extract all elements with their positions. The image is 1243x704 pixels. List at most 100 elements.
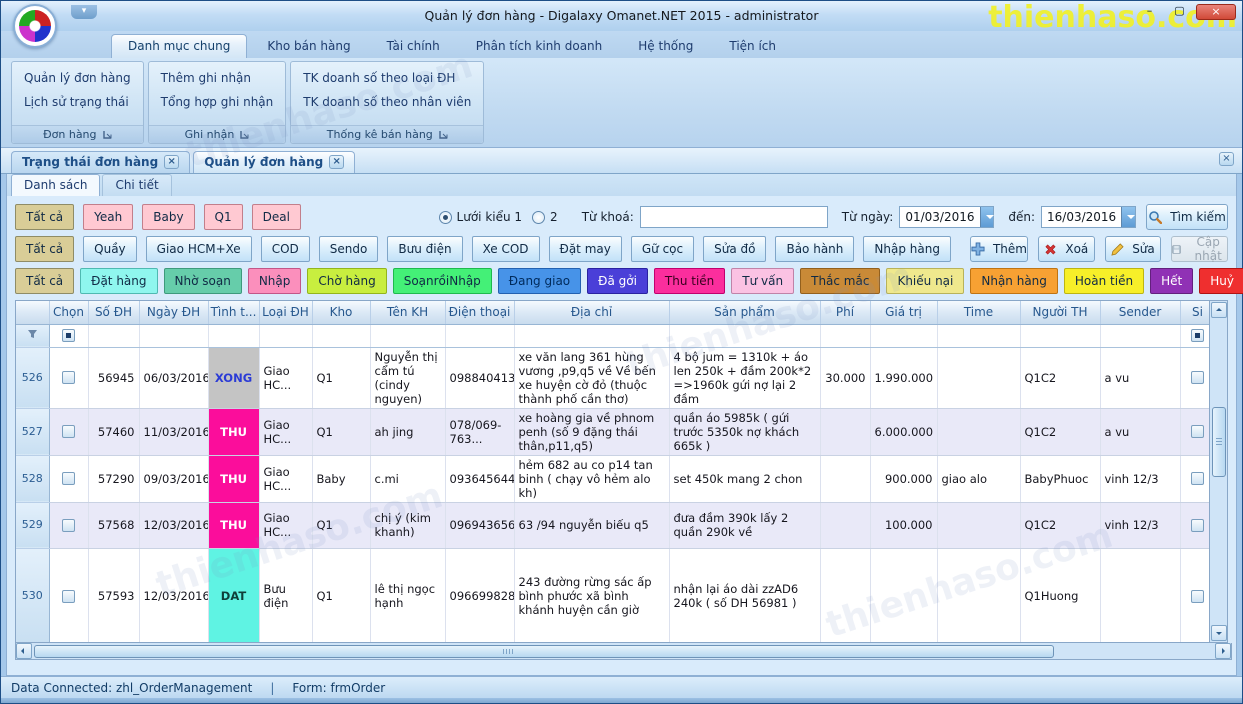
filter-status-button[interactable]: Thắc mắc [800,268,880,294]
column-header[interactable]: Si [1180,301,1210,324]
row-checkbox[interactable] [62,425,75,438]
edit-button[interactable]: Sửa [1105,236,1162,262]
maximize-button[interactable]: ▢ [1166,4,1193,20]
from-date-picker[interactable]: 01/03/2016 [899,206,994,228]
row-checkbox[interactable] [62,371,75,384]
ribbon-item[interactable]: Quản lý đơn hàng [18,66,137,90]
delete-button[interactable]: Xoá [1038,236,1095,262]
filter-cell[interactable] [1020,324,1100,347]
filter-status-button[interactable]: SoạnrồiNhập [393,268,492,294]
row-checkbox[interactable] [62,472,75,485]
close-button[interactable]: × [1196,4,1236,20]
ribbon-item[interactable]: Thêm ghi nhận [155,66,280,90]
filter-cell-si[interactable] [1180,324,1210,347]
filter-status-button[interactable]: Đã gởi [587,268,648,294]
column-header[interactable]: Sản phẩm [669,301,820,324]
tab-close-icon[interactable]: × [164,155,179,169]
filter-cell[interactable] [870,324,937,347]
column-header[interactable]: Loại ĐH [259,301,312,324]
filter-type-button[interactable]: Bưu điện [387,236,462,262]
filter-cell[interactable] [1100,324,1180,347]
filter-type-button[interactable]: Sửa đồ [703,236,766,262]
tab-danh-sach[interactable]: Danh sách [11,174,100,196]
filter-brand-button[interactable]: Q1 [204,204,243,230]
filter-status-button[interactable]: Hoàn tiền [1064,268,1144,294]
filter-cell[interactable] [259,324,312,347]
doc-tab-quan-ly-don-hang[interactable]: Quản lý đơn hàng × [193,151,355,173]
filter-status-button[interactable]: Hết [1150,268,1193,294]
column-header[interactable]: Sender [1100,301,1180,324]
scroll-right-icon[interactable] [1215,643,1231,659]
chevron-down-icon[interactable] [1121,207,1135,227]
filter-status-button[interactable]: Khiếu nại [886,268,964,294]
table-row[interactable]: 528 57290 09/03/2016 THU Giao HC... Baby… [16,455,1210,502]
table-row[interactable]: 530 57593 12/03/2016 DAT Bưu điện Q1 lê … [16,548,1210,643]
tabstrip-close-button[interactable]: × [1219,152,1234,166]
filter-type-button[interactable]: Tất cả [15,236,74,262]
filter-type-button[interactable]: Sendo [319,236,379,262]
row-checkbox[interactable] [1191,425,1204,438]
filter-brand-button[interactable]: Tất cả [15,204,74,230]
filter-brand-button[interactable]: Deal [252,204,301,230]
filter-type-button[interactable]: Nhập hàng [863,236,951,262]
filter-status-button[interactable]: Huỷ [1199,268,1243,294]
filter-status-button[interactable]: Đặt hàng [80,268,157,294]
filter-brand-button[interactable]: Yeah [83,204,133,230]
column-header[interactable]: Người TH [1020,301,1100,324]
filter-cell[interactable] [139,324,208,347]
filter-status-button[interactable]: Đang giao [498,268,581,294]
column-header[interactable]: Tình t... [208,301,259,324]
ribbon-item[interactable]: Tổng hợp ghi nhận [155,90,280,114]
filter-cell[interactable] [514,324,669,347]
ribbon-item[interactable]: TK doanh số theo nhân viên [297,90,477,114]
scroll-down-icon[interactable] [1211,625,1227,641]
ribbon-tab[interactable]: Danh mục chung [111,34,247,58]
add-button[interactable]: Thêm [970,236,1028,262]
dialog-launcher-icon[interactable] [240,130,249,139]
column-header[interactable]: Giá trị [870,301,937,324]
filter-cell[interactable] [820,324,870,347]
filter-type-button[interactable]: Xe COD [472,236,540,262]
dialog-launcher-icon[interactable] [103,130,112,139]
tab-close-icon[interactable]: × [329,155,344,169]
doc-tab-trang-thai-don-hang[interactable]: Trạng thái đơn hàng × [11,151,190,173]
table-row[interactable]: 527 57460 11/03/2016 THU Giao HC... Q1 a… [16,408,1210,455]
column-header[interactable]: Địa chỉ [514,301,669,324]
ribbon-item[interactable]: Lịch sử trạng thái [18,90,137,114]
to-date-picker[interactable]: 16/03/2016 [1041,206,1136,228]
vertical-scrollbar[interactable] [1210,300,1228,643]
filter-type-button[interactable]: Gữ cọc [631,236,694,262]
filter-type-button[interactable]: Đặt may [549,236,622,262]
filter-status-button[interactable]: Chờ hàng [307,268,386,294]
horizontal-scroll-thumb[interactable] [34,645,1054,658]
row-checkbox[interactable] [1191,371,1204,384]
row-checkbox[interactable] [62,519,75,532]
scroll-up-icon[interactable] [1211,302,1227,318]
filter-status-button[interactable]: Nhập [248,268,302,294]
filter-cell-chon[interactable] [49,324,88,347]
filter-type-button[interactable]: Giao HCM+Xe [146,236,252,262]
scroll-left-icon[interactable] [16,643,32,659]
table-row[interactable]: 529 57568 12/03/2016 THU Giao HC... Q1 c… [16,502,1210,548]
minimize-button[interactable]: – [1136,4,1163,20]
auto-filter-row[interactable] [16,324,1210,347]
app-logo-orb[interactable] [13,4,57,48]
filter-status-button[interactable]: Thu tiền [654,268,725,294]
filter-cell[interactable] [88,324,139,347]
horizontal-scrollbar[interactable] [15,643,1232,660]
table-row[interactable]: 526 56945 06/03/2016 XONG Giao HC... Q1 … [16,347,1210,408]
filter-status-button[interactable]: Tất cả [15,268,74,294]
chevron-down-icon[interactable] [980,207,994,227]
column-header[interactable]: Điện thoại [445,301,514,324]
vertical-scroll-thumb[interactable] [1212,407,1226,477]
ribbon-tab[interactable]: Hệ thống [622,35,709,58]
filter-cell[interactable] [208,324,259,347]
filter-cell[interactable] [669,324,820,347]
update-button[interactable]: Cập nhật [1171,236,1228,262]
ribbon-tab[interactable]: Phân tích kinh doanh [460,35,619,58]
column-header[interactable]: Time [937,301,1020,324]
row-checkbox[interactable] [1191,590,1204,603]
ribbon-tab[interactable]: Tiện ích [713,35,792,58]
filter-type-button[interactable]: Quầy [83,236,137,262]
ribbon-item[interactable]: TK doanh số theo loại ĐH [297,66,477,90]
